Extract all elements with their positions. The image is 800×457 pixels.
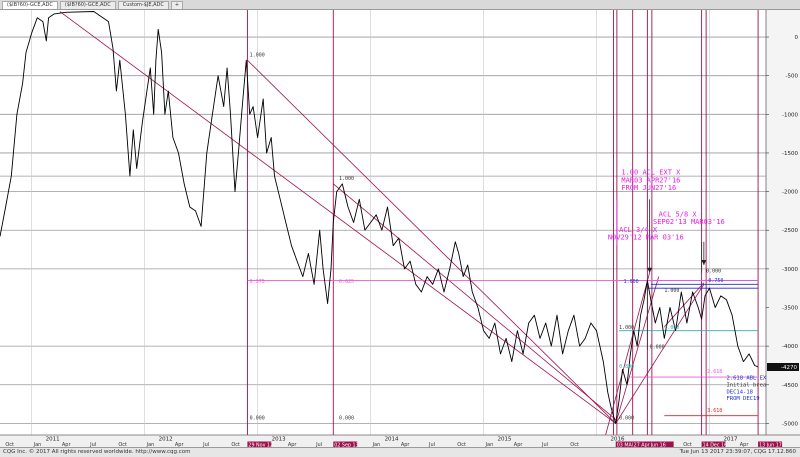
tab-bar: ($IB?60)-GCE,ADC ($IB?60)-GCE,ADC Custom… — [0, 0, 800, 10]
annotation-label: 0.000 — [664, 325, 679, 331]
annotation-label: 0.000 — [706, 269, 721, 275]
annotation-label: 0.625 — [339, 279, 354, 285]
tab-chart-1[interactable]: ($IB?60)-GCE,ADC — [2, 0, 58, 9]
annotation-label: 1.000 — [619, 325, 634, 331]
annotation-label: 0.000 — [619, 416, 634, 422]
annotation-label: 0.800 — [619, 364, 634, 370]
annotation-label: 1.000 — [250, 52, 265, 58]
y-tick-label: -4500 — [782, 383, 798, 389]
year-label: 2012 — [159, 437, 173, 443]
annotation-label: DEC14-18 — [726, 389, 753, 395]
year-label: 2015 — [498, 437, 512, 443]
annotation-label: NOV29'12 MAR 03'16 — [608, 234, 684, 242]
annotation-label: 1.000 — [339, 176, 354, 182]
annotation-label: FROM JUN27'16 — [621, 184, 676, 192]
y-tick-label: -1000 — [782, 112, 798, 118]
y-tick-label: -3000 — [782, 267, 798, 273]
annotation-label: SEP02'13 MAR03'16 — [653, 218, 725, 226]
y-tick-label: 0 — [795, 35, 799, 41]
annotation-label: 1.000 — [664, 288, 679, 294]
year-label: 2013 — [272, 437, 286, 443]
price-chart[interactable]: 1.00 ACL EXT XMAR03 APR27'16FROM JUN27'1… — [0, 10, 800, 447]
annotation-label: 0.000 — [339, 416, 354, 422]
year-label: 2014 — [385, 437, 399, 443]
annotation-label: 0.000 — [250, 416, 265, 422]
add-tab-button[interactable]: + — [170, 0, 184, 9]
year-label: 2011 — [46, 437, 60, 443]
annotation-label: 1.000 — [624, 279, 639, 285]
tab-custom[interactable]: Custom-$JE,ADC — [117, 0, 169, 9]
y-tick-label: -3500 — [782, 306, 798, 312]
year-label: 2017 — [724, 437, 738, 443]
y-tick-label: -4000 — [782, 344, 798, 350]
tab-chart-2[interactable]: ($IB?60)-GCE,ADC — [59, 0, 116, 9]
y-tick-label: -500 — [786, 74, 799, 80]
annotation-label: 0.750 — [708, 278, 723, 284]
annotation-label: 2.618 — [707, 369, 722, 375]
timestamp-text: Tue Jun 13 2017 23:39:07, CQG 17.12.860 — [679, 449, 796, 455]
y-tick-label: -5000 — [782, 421, 798, 427]
copyright-text: CQG Inc. © 2017 All rights reserved worl… — [3, 449, 191, 455]
annotation-label: 0.000 — [650, 344, 665, 350]
annotation-label: FROM DEC19 — [726, 396, 759, 402]
annotation-label: 2.618 ABL EX — [726, 375, 766, 381]
y-tick-label: -1500 — [782, 151, 798, 157]
y-tick-label: -2500 — [782, 228, 798, 234]
annotation-label: 3.618 — [707, 408, 722, 414]
last-value-label: -4270 — [781, 365, 797, 371]
annotation-label: 0.375 — [250, 279, 265, 285]
annotation-label: Initial brea — [726, 382, 766, 388]
y-tick-label: -2000 — [782, 190, 798, 196]
